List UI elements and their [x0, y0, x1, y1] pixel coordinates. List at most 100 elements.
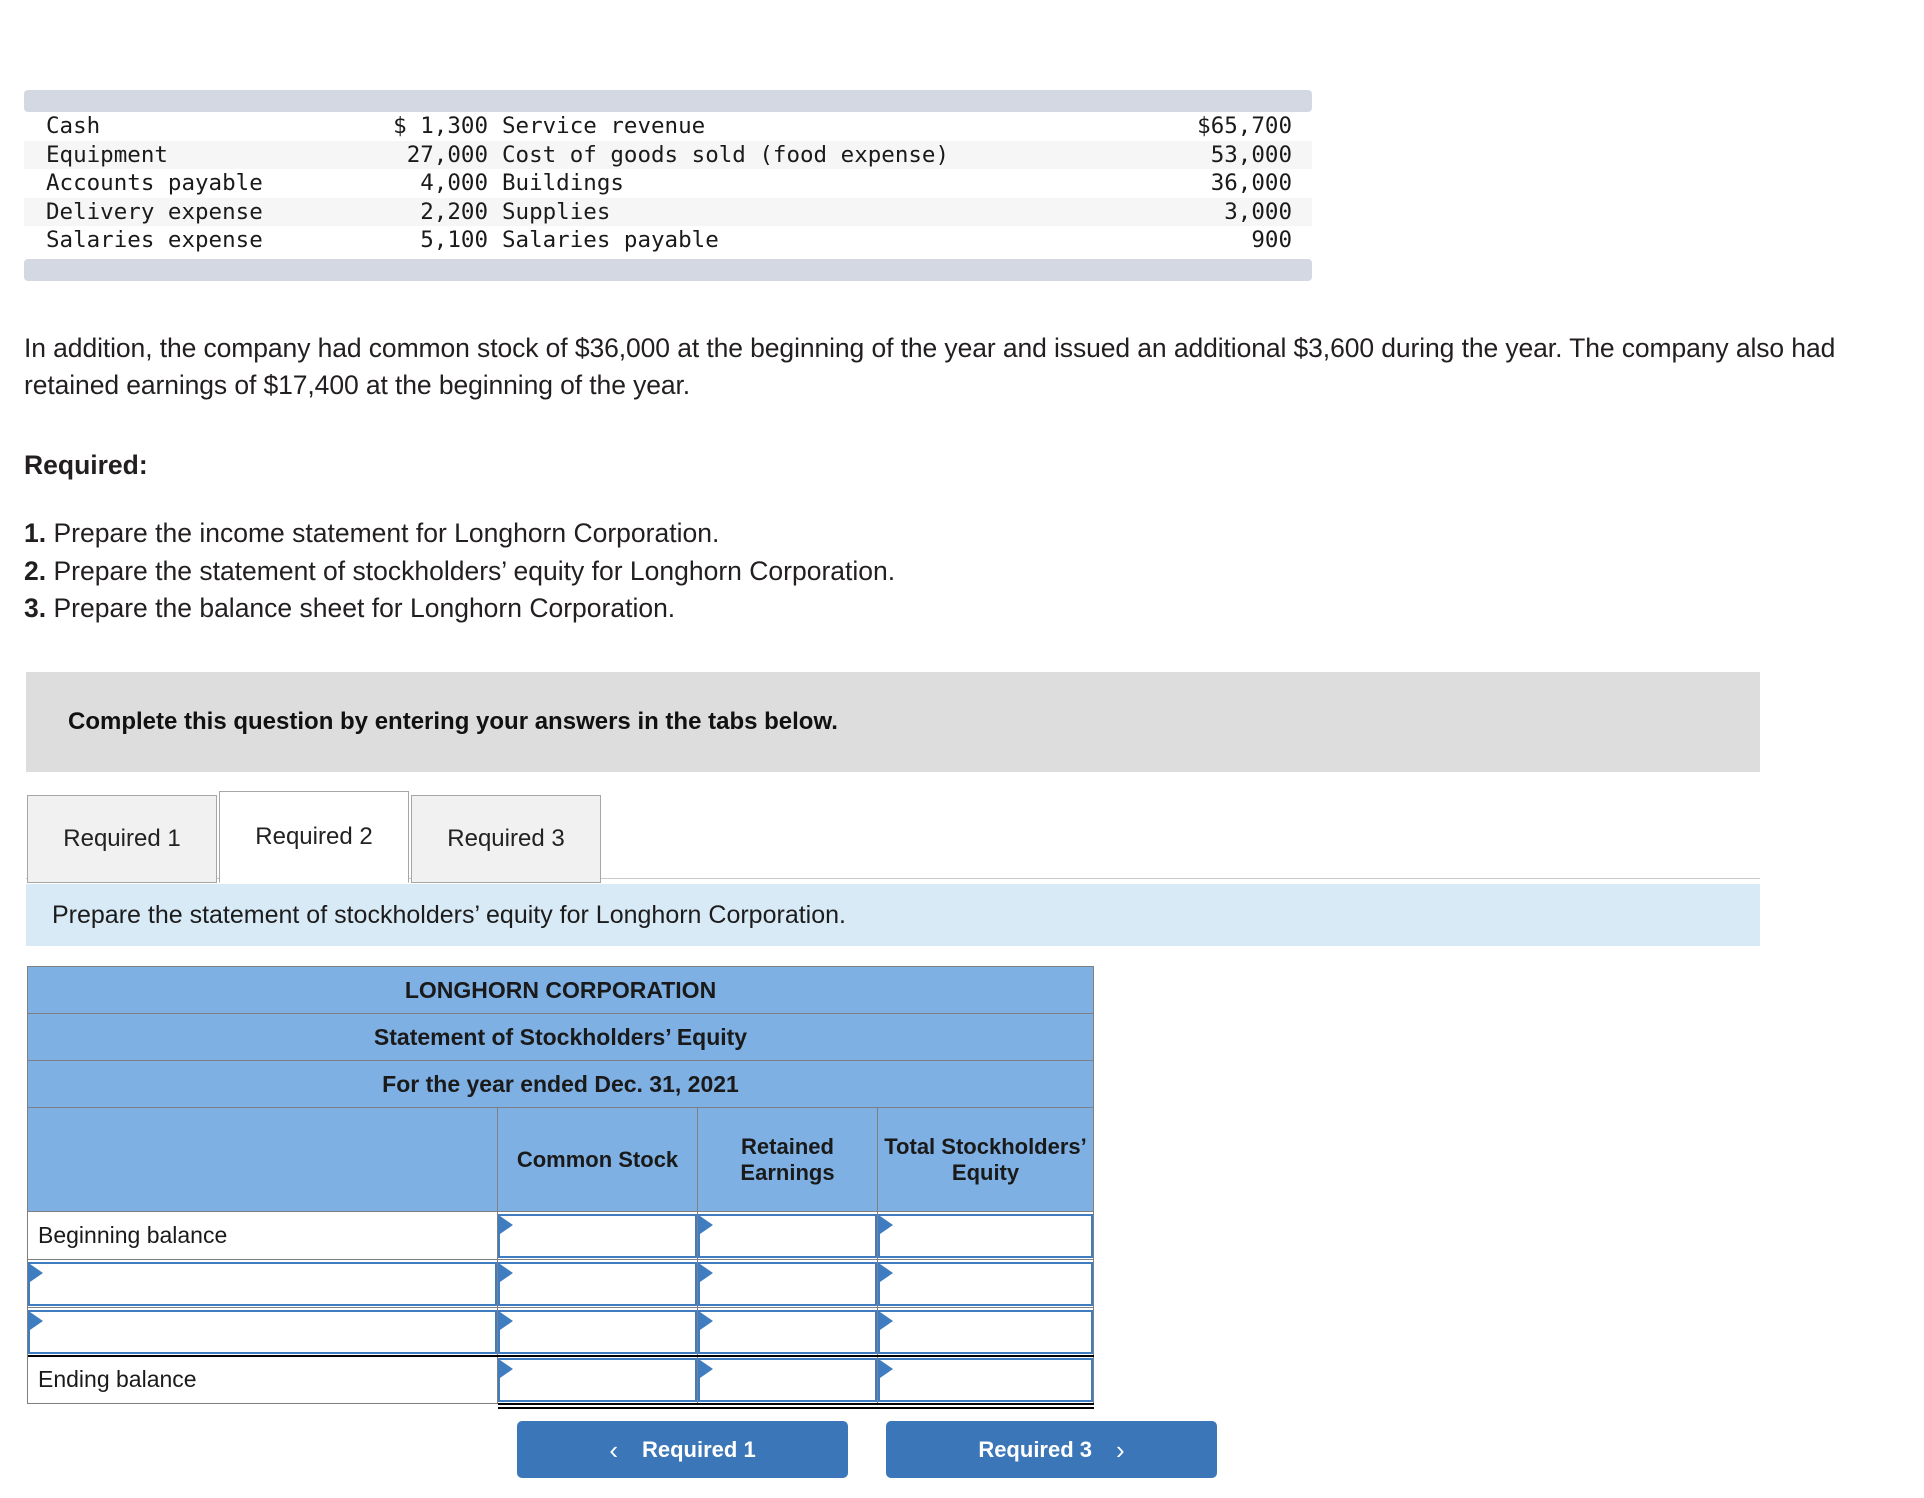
- tab-required-3[interactable]: Required 3: [411, 795, 601, 883]
- accounting-single-rule: [27, 1354, 1094, 1357]
- worksheet-row: [27, 1259, 1095, 1308]
- trial-balance-amount-right: 53,000: [1210, 141, 1292, 168]
- trial-balance-account-right: Supplies: [502, 198, 611, 225]
- worksheet-common-stock-input[interactable]: [498, 1213, 697, 1258]
- required-item: 3. Prepare the balance sheet for Longhor…: [24, 590, 895, 628]
- worksheet-common-stock-cell: [497, 1211, 698, 1260]
- dropdown-triangle-icon: [700, 1311, 713, 1330]
- dropdown-triangle-icon: [500, 1311, 513, 1330]
- worksheet-retained-earnings-cell: [697, 1355, 878, 1404]
- trial-balance-account-right: Buildings: [502, 170, 624, 196]
- worksheet-total-equity-input[interactable]: [878, 1213, 1094, 1258]
- worksheet-col-header-common-stock: Common Stock: [497, 1107, 698, 1212]
- worksheet-common-stock-cell: [497, 1307, 698, 1356]
- worksheet-col-header-blank: [27, 1107, 498, 1212]
- worksheet-retained-earnings-cell: [697, 1211, 878, 1260]
- worksheet-line-item-input-cell: [27, 1307, 498, 1356]
- trial-balance-table: Cash $ 1,300 Service revenue $65,700 Equipme…: [24, 112, 1312, 255]
- stockholders-equity-worksheet: LONGHORN CORPORATION Statement of Stockh…: [26, 966, 1095, 1404]
- previous-requirement-button[interactable]: ‹ Required 1: [517, 1421, 848, 1478]
- required-item-number: 1.: [24, 518, 47, 548]
- trial-balance-amount-right: 900: [1251, 227, 1292, 253]
- required-item: 1. Prepare the income statement for Long…: [24, 515, 895, 553]
- trial-balance-amount-left: 4,000: [420, 170, 488, 196]
- tab-required-2[interactable]: Required 2: [219, 791, 409, 883]
- dropdown-triangle-icon: [700, 1359, 713, 1378]
- worksheet-statement-name: Statement of Stockholders’ Equity: [26, 1013, 1095, 1061]
- dropdown-triangle-icon: [500, 1359, 513, 1378]
- worksheet-line-item-input[interactable]: [28, 1261, 497, 1306]
- trial-balance-top-cap: [24, 90, 1312, 112]
- worksheet-retained-earnings-input[interactable]: [698, 1213, 877, 1258]
- worksheet-retained-earnings-cell: [697, 1307, 878, 1356]
- accounting-double-rule: [497, 1406, 1094, 1409]
- navigation-buttons: ‹ Required 1 Required 3 ›: [517, 1421, 1217, 1478]
- worksheet-total-equity-cell: [876, 1355, 1095, 1404]
- dropdown-triangle-icon: [700, 1215, 713, 1234]
- trial-balance-bottom-cap: [24, 258, 1312, 281]
- tab-instruction-text: Prepare the statement of stockholders’ e…: [52, 900, 846, 929]
- worksheet-title-row-1: LONGHORN CORPORATION: [26, 966, 1095, 1014]
- trial-balance-row: Cash $ 1,300 Service revenue $65,700: [24, 112, 1312, 141]
- worksheet-retained-earnings-cell: [697, 1259, 878, 1308]
- next-requirement-button[interactable]: Required 3 ›: [886, 1421, 1217, 1478]
- trial-balance-row: Equipment 27,000 Cost of goods sold (food …: [24, 140, 1312, 169]
- required-item-number: 2.: [24, 555, 47, 586]
- worksheet-title-row-2: Statement of Stockholders’ Equity: [26, 1013, 1095, 1061]
- required-list: 1. Prepare the income statement for Long…: [24, 515, 895, 628]
- trial-balance-amount-left: 5,100: [420, 227, 488, 253]
- worksheet-line-item-input-cell: [27, 1259, 498, 1308]
- worksheet-row-label: Ending balance: [27, 1355, 498, 1404]
- worksheet-total-equity-cell: [876, 1307, 1095, 1356]
- trial-balance-amount-right: 3,000: [1224, 198, 1292, 225]
- worksheet-total-equity-input[interactable]: [878, 1357, 1094, 1402]
- trial-balance-row: Salaries expense 5,100 Salaries payable 900: [24, 226, 1312, 255]
- worksheet-row: [27, 1307, 1095, 1356]
- dropdown-triangle-icon: [700, 1263, 713, 1282]
- dropdown-triangle-icon: [880, 1311, 893, 1330]
- dropdown-triangle-icon: [500, 1263, 513, 1282]
- worksheet-common-stock-cell: [497, 1259, 698, 1308]
- trial-balance-block: Cash $ 1,300 Service revenue $65,700 Equipme…: [24, 90, 1312, 281]
- required-item-text: Prepare the statement of stockholders’ e…: [53, 555, 896, 586]
- trial-balance-amount-right: $65,700: [1197, 113, 1292, 139]
- complete-question-text: Complete this question by entering your …: [68, 708, 838, 735]
- trial-balance-account-left: Cash: [46, 113, 101, 139]
- chevron-right-icon: ›: [1116, 1434, 1125, 1465]
- worksheet-retained-earnings-input[interactable]: [698, 1357, 877, 1402]
- previous-requirement-label: Required 1: [641, 1436, 756, 1462]
- worksheet-total-equity-input[interactable]: [878, 1261, 1094, 1306]
- worksheet-total-equity-cell: [876, 1211, 1095, 1260]
- dropdown-triangle-icon: [500, 1215, 513, 1234]
- worksheet-row-label: Beginning balance: [27, 1211, 498, 1260]
- trial-balance-account-right: Service revenue: [502, 113, 706, 139]
- intro-paragraph: In addition, the company had common stoc…: [24, 333, 1836, 400]
- worksheet-col-header-total-equity: Total Stockholders’ Equity: [876, 1107, 1095, 1212]
- worksheet-line-item-input[interactable]: [28, 1309, 497, 1354]
- tab-label: Required 3: [447, 825, 565, 852]
- trial-balance-account-left: Delivery expense: [46, 198, 263, 225]
- accounting-double-rule: [497, 1402, 1094, 1405]
- requirement-tabs: Required 1 Required 2 Required 3: [27, 791, 603, 883]
- tab-instruction-bar: Prepare the statement of stockholders’ e…: [26, 884, 1760, 946]
- trial-balance-row: Delivery expense 2,200 Supplies 3,000: [24, 197, 1312, 226]
- trial-balance-amount-left: $ 1,300: [393, 113, 488, 139]
- worksheet-title-row-3: For the year ended Dec. 31, 2021: [26, 1060, 1095, 1108]
- dropdown-triangle-icon: [30, 1263, 43, 1282]
- required-item-number: 3.: [24, 593, 47, 624]
- dropdown-triangle-icon: [880, 1263, 893, 1282]
- worksheet-common-stock-input[interactable]: [498, 1357, 697, 1402]
- required-item-text: Prepare the balance sheet for Longhorn C…: [53, 593, 676, 624]
- tab-required-1[interactable]: Required 1: [27, 795, 217, 883]
- dropdown-triangle-icon: [30, 1311, 43, 1330]
- dropdown-triangle-icon: [880, 1359, 893, 1378]
- worksheet-total-equity-input[interactable]: [878, 1309, 1094, 1354]
- worksheet-common-stock-input[interactable]: [498, 1309, 697, 1354]
- required-item: 2. Prepare the statement of stockholders…: [24, 553, 895, 591]
- worksheet-retained-earnings-input[interactable]: [698, 1261, 877, 1306]
- worksheet-retained-earnings-input[interactable]: [698, 1309, 877, 1354]
- chevron-left-icon: ‹: [609, 1434, 618, 1465]
- complete-question-panel: Complete this question by entering your …: [26, 672, 1760, 772]
- worksheet-common-stock-input[interactable]: [498, 1261, 697, 1306]
- dropdown-triangle-icon: [880, 1215, 893, 1234]
